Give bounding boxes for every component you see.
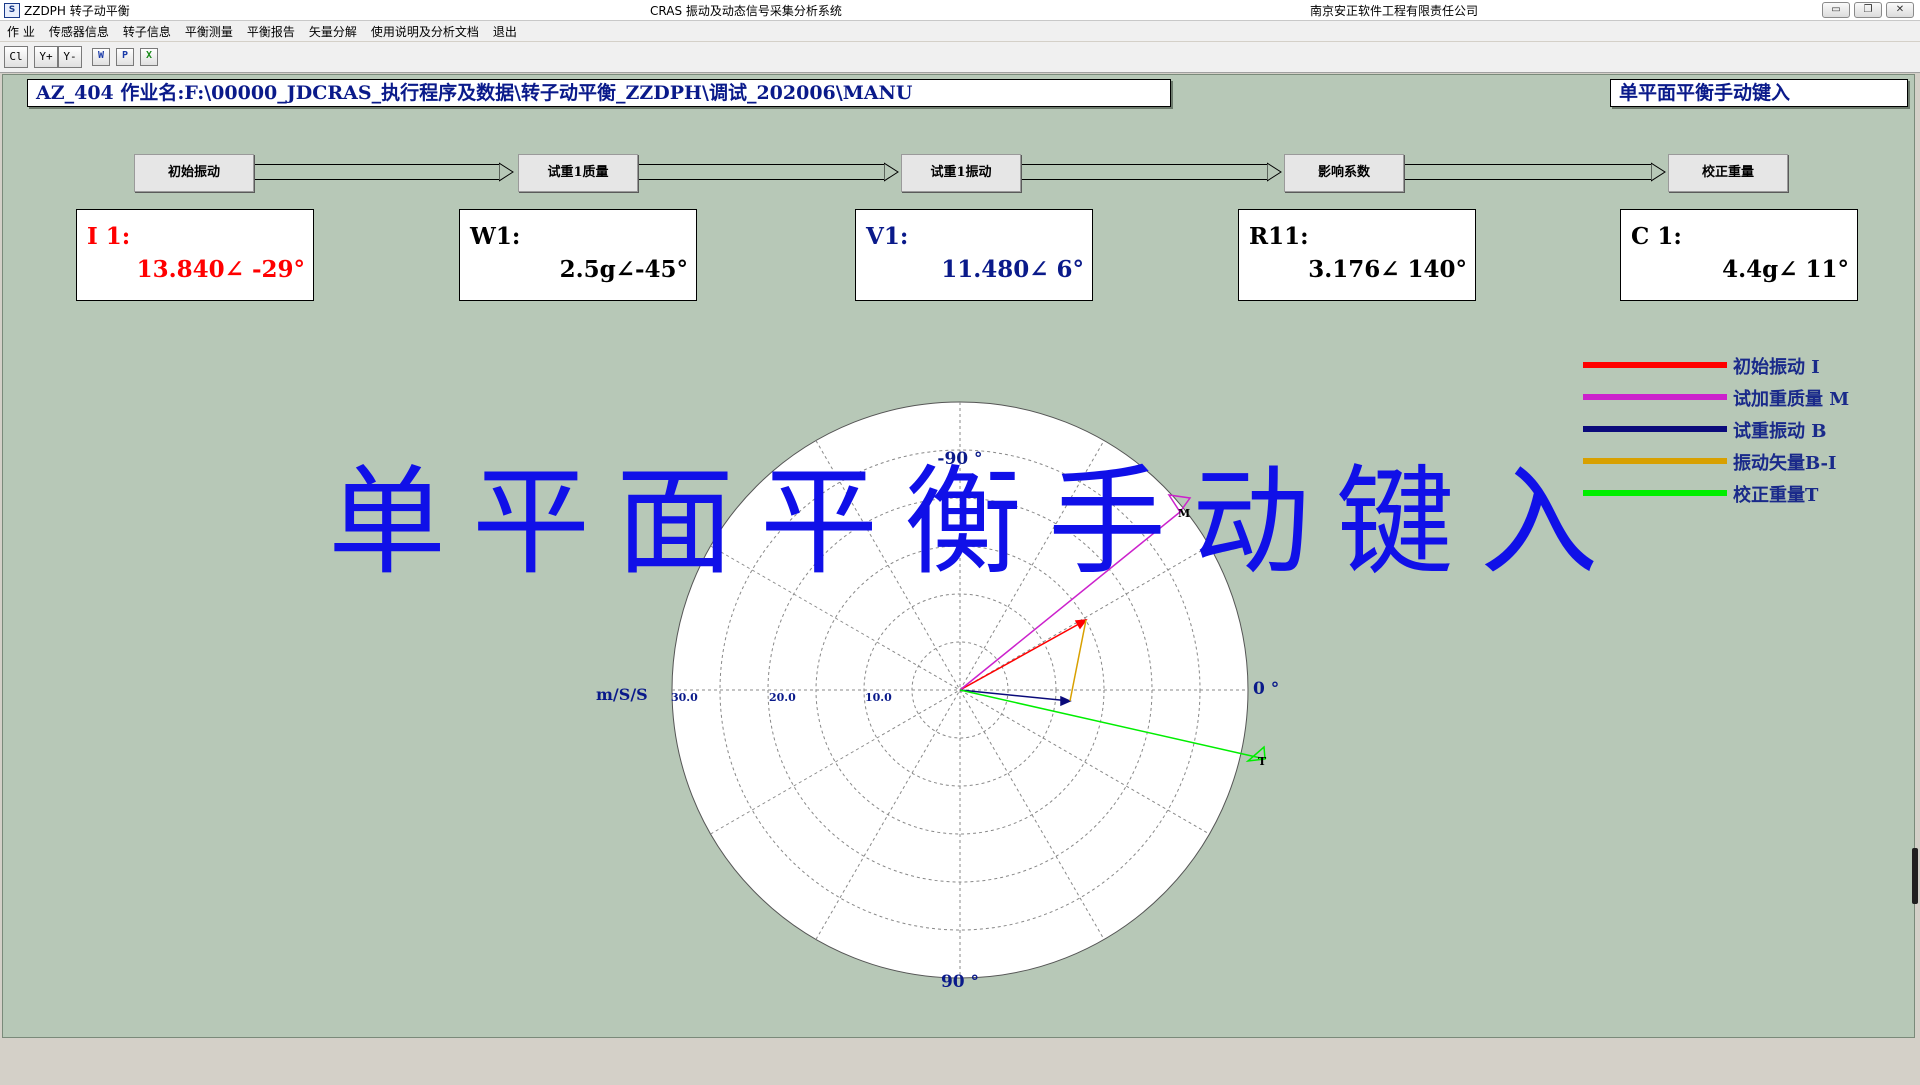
- step-arrow-1: [252, 164, 501, 180]
- legend-swatch: [1583, 394, 1727, 400]
- legend-label: 初始振动 I: [1733, 357, 1820, 378]
- close-button[interactable]: ✕: [1886, 2, 1914, 18]
- step-arrow-2: [637, 164, 886, 180]
- value-label: V1:: [866, 223, 909, 250]
- y-minus-button[interactable]: Y-: [58, 46, 82, 68]
- scrollbar-thumb[interactable]: [1912, 848, 1918, 904]
- legend-item-initial: 初始振动 I: [1583, 353, 1920, 378]
- value-box-initial[interactable]: I 1: 13.840∠ -29°: [76, 209, 314, 301]
- menu-item-sensor-info[interactable]: 传感器信息: [42, 21, 116, 41]
- legend-item-correction: 校正重量T: [1583, 481, 1920, 506]
- step-initial-vibration[interactable]: 初始振动: [134, 154, 254, 192]
- radial-tick-30: 30.0: [671, 691, 698, 704]
- value-label: C 1:: [1631, 223, 1682, 250]
- window-center-title: CRAS 振动及动态信号采集分析系统: [650, 4, 842, 18]
- menu-item-exit[interactable]: 退出: [486, 21, 524, 41]
- company-name: 南京安正软件工程有限责任公司: [1310, 4, 1479, 18]
- angle-right-label: 0 °: [1253, 679, 1279, 699]
- legend-label: 试加重质量 M: [1733, 389, 1850, 410]
- step-trial-weight-mass[interactable]: 试重1质量: [518, 154, 638, 192]
- radial-tick-10: 10.0: [865, 691, 892, 704]
- legend-item-trial-vibration: 试重振动 B: [1583, 417, 1920, 442]
- value-text: 4.4g∠ 11°: [1722, 256, 1849, 283]
- legend-label: 振动矢量B-I: [1733, 453, 1837, 474]
- mode-header: 单平面平衡手动键入: [1610, 79, 1908, 107]
- value-text: 3.176∠ 140°: [1308, 256, 1467, 283]
- value-text: 13.840∠ -29°: [136, 256, 305, 283]
- menu-item-job[interactable]: 作 业: [0, 21, 42, 41]
- legend-item-vector-diff: 振动矢量B-I: [1583, 449, 1920, 474]
- app-title: ZZDPH 转子动平衡: [24, 4, 130, 18]
- polar-unit-label: m/S/S: [596, 685, 648, 704]
- radial-tick-20: 20.0: [769, 691, 796, 704]
- step-trial-weight-vibration[interactable]: 试重1振动: [901, 154, 1021, 192]
- y-plus-button[interactable]: Y+: [34, 46, 58, 68]
- menu-item-rotor-info[interactable]: 转子信息: [116, 21, 178, 41]
- word-icon[interactable]: W: [92, 48, 110, 66]
- value-box-trial-mass[interactable]: W1: 2.5g∠-45°: [459, 209, 697, 301]
- step-influence-coefficient[interactable]: 影响系数: [1284, 154, 1404, 192]
- value-label: I 1:: [87, 223, 131, 250]
- title-bar: S ZZDPH 转子动平衡 CRAS 振动及动态信号采集分析系统 南京安正软件工…: [0, 0, 1920, 21]
- minimize-button[interactable]: ▭: [1822, 2, 1850, 18]
- value-box-trial-vibration[interactable]: V1: 11.480∠ 6°: [855, 209, 1093, 301]
- value-label: W1:: [470, 223, 521, 250]
- value-text: 2.5g∠-45°: [559, 256, 688, 283]
- step-correction-weight[interactable]: 校正重量: [1668, 154, 1788, 192]
- job-path-header: AZ_404 作业名:F:\00000_JDCRAS_执行程序及数据\转子动平衡…: [27, 79, 1171, 107]
- clear-button[interactable]: Cl: [4, 46, 28, 68]
- value-box-influence[interactable]: R11: 3.176∠ 140°: [1238, 209, 1476, 301]
- balance-panel: AZ_404 作业名:F:\00000_JDCRAS_执行程序及数据\转子动平衡…: [2, 74, 1915, 1038]
- step-arrow-3: [1020, 164, 1269, 180]
- legend-swatch: [1583, 426, 1727, 432]
- menu-bar: 作 业 传感器信息 转子信息 平衡测量 平衡报告 矢量分解 使用说明及分析文档 …: [0, 21, 1920, 41]
- toolbar: Cl Y+ Y- W P X: [0, 42, 1920, 73]
- legend-label: 试重振动 B: [1733, 421, 1827, 442]
- overlay-mode-title: 单平面平衡手动键入: [328, 453, 1625, 591]
- print-icon[interactable]: P: [116, 48, 134, 66]
- app-icon: S: [4, 3, 20, 18]
- value-box-correction[interactable]: C 1: 4.4g∠ 11°: [1620, 209, 1858, 301]
- restore-button[interactable]: ❐: [1854, 2, 1882, 18]
- step-arrow-head-1: [499, 162, 514, 182]
- value-label: R11:: [1249, 223, 1309, 250]
- legend-item-trial-mass: 试加重质量 M: [1583, 385, 1920, 410]
- legend-label: 校正重量T: [1733, 485, 1819, 506]
- menu-item-balance-report[interactable]: 平衡报告: [240, 21, 302, 41]
- menu-item-balance-measure[interactable]: 平衡测量: [178, 21, 240, 41]
- value-text: 11.480∠ 6°: [941, 256, 1084, 283]
- excel-icon[interactable]: X: [140, 48, 158, 66]
- step-arrow-4: [1404, 164, 1653, 180]
- legend-swatch: [1583, 362, 1727, 368]
- menu-item-vector-decompose[interactable]: 矢量分解: [302, 21, 364, 41]
- marker-t-label: T: [1258, 755, 1267, 768]
- angle-bottom-label: 90 °: [941, 972, 979, 992]
- menu-item-manual[interactable]: 使用说明及分析文档: [364, 21, 486, 41]
